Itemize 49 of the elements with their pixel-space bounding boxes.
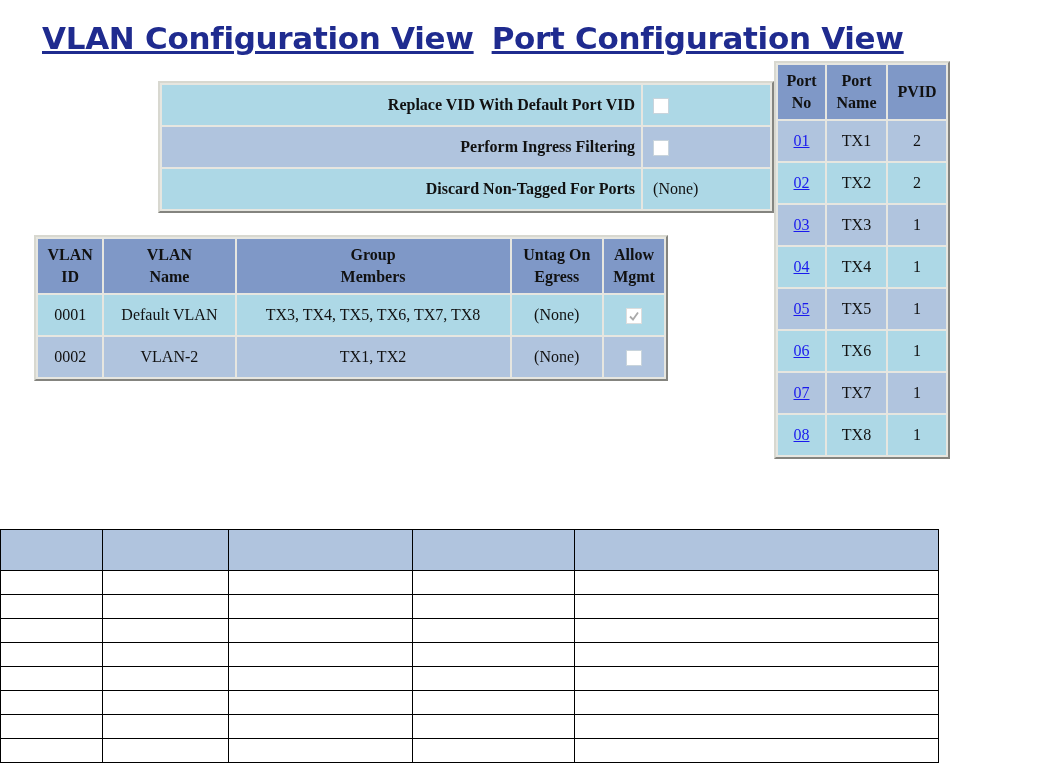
- table-cell: 1: [888, 247, 946, 287]
- table-cell: 1: [888, 331, 946, 371]
- port-link[interactable]: 06: [793, 342, 810, 359]
- table-cell: TX1: [827, 121, 887, 161]
- page-title-link[interactable]: VLAN Configuration View: [42, 18, 474, 60]
- table-cell: 2: [888, 121, 946, 161]
- port-link[interactable]: 02: [793, 174, 810, 191]
- column-header: Group Members: [236, 239, 510, 293]
- table-cell: TX5: [827, 289, 887, 329]
- table-cell: 0002: [38, 337, 103, 377]
- table-cell: 1: [888, 289, 946, 329]
- table-cell: 1: [888, 415, 946, 455]
- column-header: Untag On Egress: [511, 239, 602, 293]
- table-cell: TX3: [827, 205, 887, 245]
- option-label: Perform Ingress Filtering: [162, 127, 642, 167]
- port-link[interactable]: 08: [793, 426, 810, 443]
- port-link[interactable]: 05: [793, 300, 810, 317]
- checkbox[interactable]: [653, 140, 670, 157]
- port-link[interactable]: 04: [793, 258, 810, 275]
- table-cell: TX6: [827, 331, 887, 371]
- column-header: VLAN ID: [38, 239, 103, 293]
- option-label: Discard Non-Tagged For Ports: [162, 169, 642, 209]
- port-link[interactable]: 03: [793, 216, 810, 233]
- table-cell: (None): [511, 337, 602, 377]
- column-header: Allow Mgmt: [604, 239, 664, 293]
- table-cell: Default VLAN: [104, 295, 235, 335]
- port-link[interactable]: 07: [793, 384, 810, 401]
- port-link[interactable]: 01: [793, 132, 810, 149]
- table-cell: TX2: [827, 163, 887, 203]
- checkbox[interactable]: [626, 350, 642, 367]
- table-cell: TX8: [827, 415, 887, 455]
- column-header: VLAN Name: [104, 239, 235, 293]
- column-header: Port No: [778, 65, 825, 119]
- page-title-link[interactable]: Port Configuration View: [491, 18, 904, 60]
- table-cell: (None): [511, 295, 602, 335]
- table-cell: 0001: [38, 295, 103, 335]
- column-header: Port Name: [827, 65, 887, 119]
- option-value: (None): [643, 169, 770, 209]
- column-header: PVID: [888, 65, 946, 119]
- table-cell: 1: [888, 205, 946, 245]
- table-cell: TX4: [827, 247, 887, 287]
- table-cell: 2: [888, 163, 946, 203]
- table-cell: VLAN-2: [104, 337, 235, 377]
- table-cell: TX7: [827, 373, 887, 413]
- table-cell: 1: [888, 373, 946, 413]
- table-cell: TX1, TX2: [236, 337, 510, 377]
- table-cell: TX3, TX4, TX5, TX6, TX7, TX8: [236, 295, 510, 335]
- option-label: Replace VID With Default Port VID: [162, 85, 642, 125]
- checkbox[interactable]: [653, 98, 670, 115]
